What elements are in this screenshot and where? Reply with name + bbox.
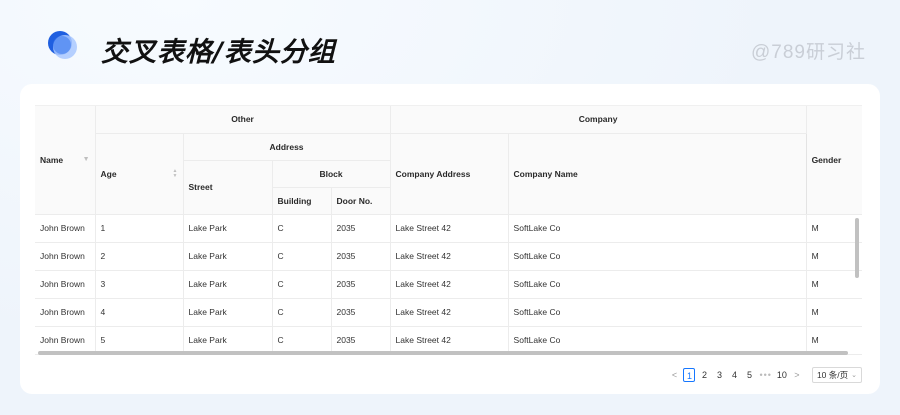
cell-company-address: Lake Street 42 xyxy=(390,270,509,299)
cell-door: 2035 xyxy=(331,242,391,271)
filter-icon[interactable]: ▼ xyxy=(83,156,90,163)
cell-age: 5 xyxy=(95,326,184,355)
cell-name: John Brown xyxy=(35,214,96,243)
watermark: @789研习社 xyxy=(751,42,866,63)
cell-name: John Brown xyxy=(35,298,96,327)
app-logo-icon xyxy=(48,31,77,59)
cell-company-address: Lake Street 42 xyxy=(390,242,509,271)
cell-building: C xyxy=(272,242,332,271)
cell-building: C xyxy=(272,214,332,243)
cell-building: C xyxy=(272,326,332,355)
cell-name: John Brown xyxy=(35,242,96,271)
column-header-street: Street xyxy=(183,160,273,215)
page-button-5[interactable]: 5 xyxy=(743,368,755,382)
cell-door: 2035 xyxy=(331,270,391,299)
column-header-gender: Gender xyxy=(805,106,862,215)
cell-company-name: SoftLake Co xyxy=(508,270,807,299)
cell-age: 4 xyxy=(95,298,184,327)
cell-door: 2035 xyxy=(331,214,391,243)
prev-page-button[interactable]: < xyxy=(668,368,680,382)
column-header-company-address: Company Address xyxy=(390,133,509,215)
group-header-block: Block xyxy=(272,160,391,188)
cell-building: C xyxy=(272,298,332,327)
cell-company-address: Lake Street 42 xyxy=(390,214,509,243)
cell-door: 2035 xyxy=(331,298,391,327)
page-header: 交叉表格/表头分组 @789研习社 xyxy=(0,0,900,90)
column-header-company-name: Company Name xyxy=(508,133,807,215)
page-title: 交叉表格/表头分组 xyxy=(101,37,336,68)
chevron-down-icon: ⌄ xyxy=(851,372,857,379)
column-header-building: Building xyxy=(272,187,332,215)
cell-street: Lake Park xyxy=(183,270,273,299)
cell-company-name: SoftLake Co xyxy=(508,214,807,243)
page-button-1[interactable]: 1 xyxy=(683,368,696,382)
column-header-name-label: Name xyxy=(40,154,64,165)
table-row: John Brown 4 Lake Park C 2035 Lake Stree… xyxy=(35,298,862,327)
sort-icon[interactable]: ▲ ▼ xyxy=(173,168,178,179)
pagination: < 1 2 3 4 5 ••• 10 > 10 条/页 ⌄ xyxy=(668,367,862,383)
cell-age: 2 xyxy=(95,242,184,271)
cell-street: Lake Park xyxy=(183,242,273,271)
page-button-3[interactable]: 3 xyxy=(713,368,725,382)
column-header-door: Door No. xyxy=(331,187,391,215)
cell-name: John Brown xyxy=(35,326,96,355)
table-row: John Brown 2 Lake Park C 2035 Lake Stree… xyxy=(35,242,862,271)
page-ellipsis[interactable]: ••• xyxy=(758,368,772,382)
cell-building: C xyxy=(272,270,332,299)
next-page-button[interactable]: > xyxy=(791,368,803,382)
page-button-2[interactable]: 2 xyxy=(698,368,710,382)
cell-gender: M xyxy=(805,242,862,271)
cell-street: Lake Park xyxy=(183,298,273,327)
page-button-4[interactable]: 4 xyxy=(728,368,740,382)
page-size-select[interactable]: 10 条/页 ⌄ xyxy=(811,367,862,383)
column-header-age[interactable]: Age ▲ ▼ xyxy=(95,133,184,215)
group-header-address: Address xyxy=(183,133,391,161)
cell-age: 3 xyxy=(95,270,184,299)
column-header-age-label: Age xyxy=(100,168,117,179)
cell-company-name: SoftLake Co xyxy=(508,298,807,327)
cell-company-address: Lake Street 42 xyxy=(390,326,509,355)
cell-gender: M xyxy=(805,214,862,243)
cell-street: Lake Park xyxy=(183,214,273,243)
cell-company-name: SoftLake Co xyxy=(508,242,807,271)
group-header-company: Company xyxy=(390,106,807,134)
cell-name: John Brown xyxy=(35,270,96,299)
cell-company-address: Lake Street 42 xyxy=(390,298,509,327)
grouped-table: Name ▼ Other Company Gender Age ▲ ▼ Addre… xyxy=(35,105,862,358)
column-header-name[interactable]: Name ▼ xyxy=(35,106,96,215)
vertical-scrollbar[interactable] xyxy=(855,218,859,278)
table-row: John Brown 5 Lake Park C 2035 Lake Stree… xyxy=(35,326,862,355)
cell-gender: M xyxy=(805,298,862,327)
cell-door: 2035 xyxy=(331,326,391,355)
cell-gender: M xyxy=(805,326,862,355)
cell-gender: M xyxy=(805,270,862,299)
page-button-10[interactable]: 10 xyxy=(776,368,788,382)
horizontal-scrollbar[interactable] xyxy=(38,351,848,355)
cell-company-name: SoftLake Co xyxy=(508,326,807,355)
group-header-other: Other xyxy=(95,106,391,134)
cell-age: 1 xyxy=(95,214,184,243)
cell-street: Lake Park xyxy=(183,326,273,355)
table-row: John Brown 3 Lake Park C 2035 Lake Stree… xyxy=(35,270,862,299)
table-row: John Brown 1 Lake Park C 2035 Lake Stree… xyxy=(35,214,862,243)
page-size-value: 10 条/页 xyxy=(816,370,849,380)
